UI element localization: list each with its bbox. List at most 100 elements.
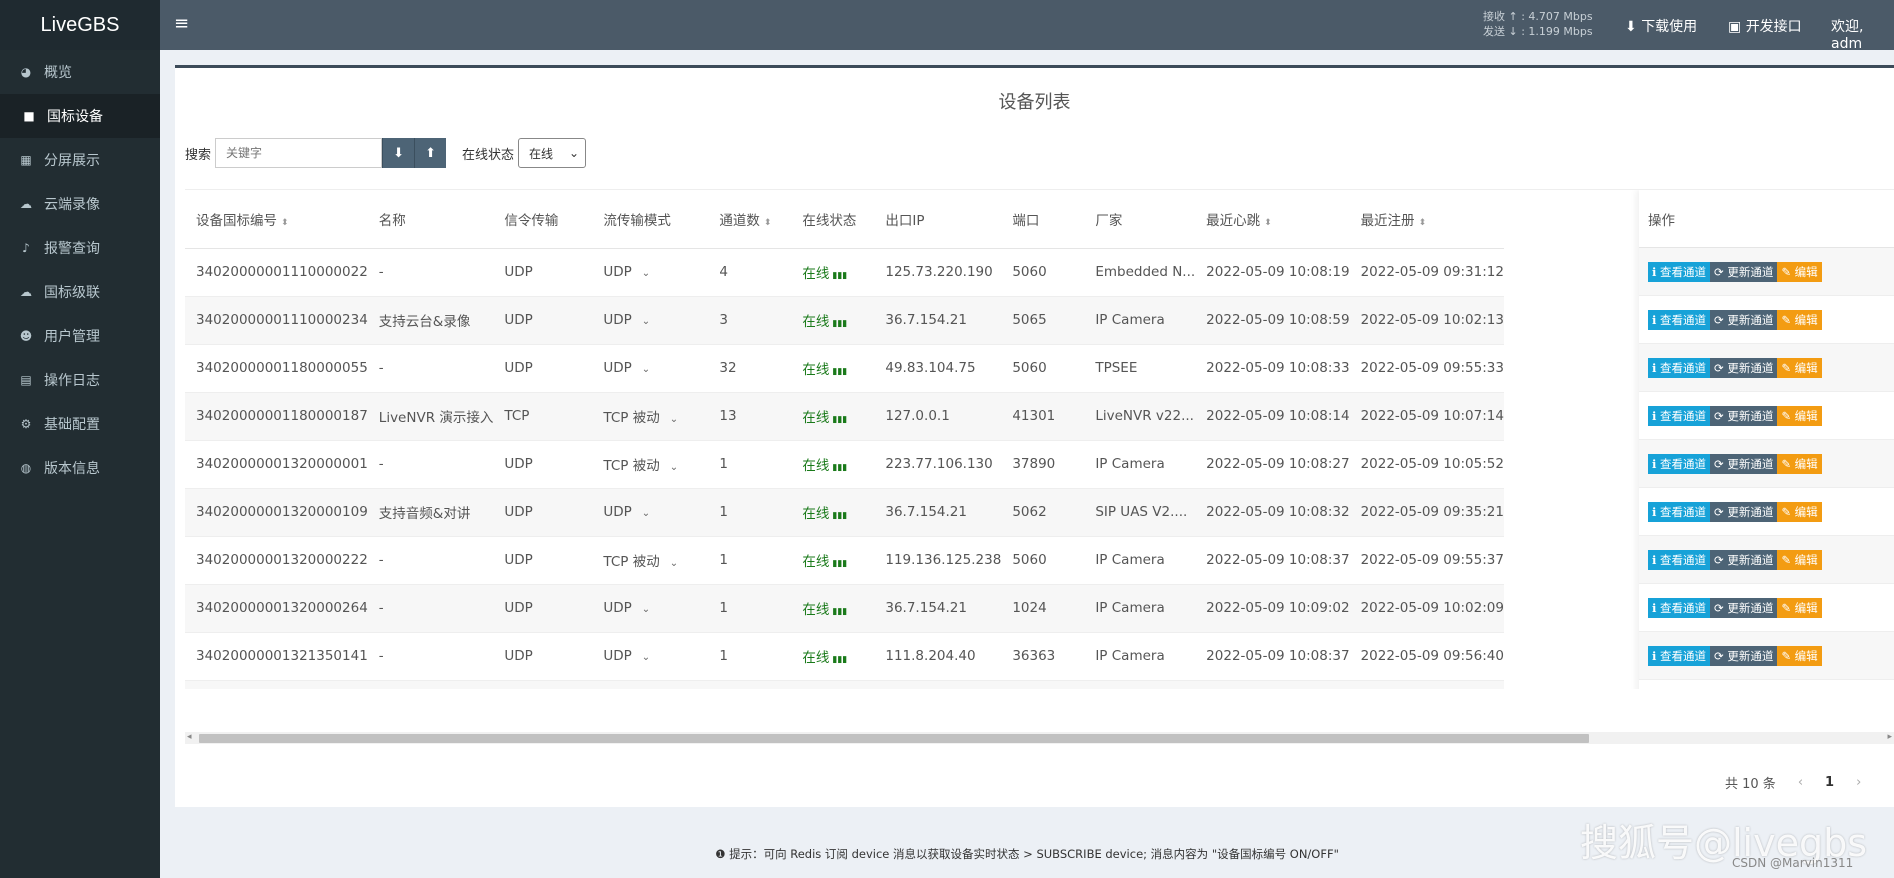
edit-button[interactable]: ✎ 编辑: [1777, 597, 1822, 618]
scroll-thumb[interactable]: [199, 734, 1589, 743]
bar-chart-icon[interactable]: ▮▮▮: [832, 463, 847, 473]
sidebar-item-5[interactable]: ☁ 国标级联: [0, 270, 160, 314]
update-channels-button[interactable]: ⟳ 更新通道: [1710, 645, 1778, 666]
bar-chart-icon[interactable]: ▮▮▮: [832, 319, 847, 329]
prev-page-button[interactable]: ‹: [1798, 775, 1803, 790]
update-channels-button[interactable]: ⟳ 更新通道: [1710, 453, 1778, 474]
cell-value: 223.77.106.130: [885, 456, 993, 472]
bar-chart-icon[interactable]: ▮▮▮: [832, 271, 847, 281]
status-filter-select[interactable]: 在线 ⌄: [518, 138, 587, 168]
bar-chart-icon[interactable]: ▮▮▮: [832, 511, 847, 521]
scroll-right-icon[interactable]: ▸: [1887, 732, 1892, 742]
edit-button[interactable]: ✎ 编辑: [1777, 357, 1822, 378]
scroll-left-icon[interactable]: ◂: [187, 732, 192, 742]
edit-button[interactable]: ✎ 编辑: [1777, 309, 1822, 330]
view-channels-button[interactable]: ℹ 查看通道: [1648, 357, 1711, 378]
table-cell[interactable]: TCP 被动⌄: [592, 440, 709, 489]
view-channels-button[interactable]: ℹ 查看通道: [1648, 309, 1711, 330]
view-channels-button[interactable]: ℹ 查看通道: [1648, 597, 1711, 618]
view-channels-button[interactable]: ℹ 查看通道: [1648, 645, 1711, 666]
cell-value: 2022-05-09 09:35:21: [1360, 504, 1504, 520]
bar-chart-icon[interactable]: ▮▮▮: [832, 607, 847, 617]
table-cell: 1024: [1001, 584, 1085, 633]
table-row[interactable]: 34020000001321350141- UDP UDP ⌄ 1 在线 ▮▮▮ 111.8.…: [185, 632, 1504, 681]
sidebar-item-3[interactable]: ☁ 云端录像: [0, 182, 160, 226]
edit-button[interactable]: ✎ 编辑: [1777, 453, 1822, 474]
table-row[interactable]: 34020000002000000099支持主子码流UDPTCP 被动⌄1在线▮…: [185, 680, 1504, 689]
page-number[interactable]: 1: [1825, 775, 1834, 790]
update-channels-button[interactable]: ⟳ 更新通道: [1710, 309, 1778, 330]
edit-button[interactable]: ✎ 编辑: [1777, 261, 1822, 282]
column-header[interactable]: 设备国标编号 ⬍: [185, 190, 368, 249]
cell-value: 在线: [802, 314, 830, 330]
search-input[interactable]: [215, 138, 383, 168]
view-channels-button[interactable]: ℹ 查看通道: [1648, 549, 1711, 570]
import-button[interactable]: ⬆: [414, 138, 447, 168]
cell-value: SIP UAS V2....: [1095, 504, 1188, 520]
table-row[interactable]: 34020000001320000222- UDP TCP 被动 ⌄ 1 在线 ▮▮▮ 119…: [185, 536, 1504, 585]
download-link[interactable]: ⬇ 下载使用: [1625, 16, 1697, 36]
table-cell: TP-Link IP-C...: [1084, 680, 1196, 689]
column-header[interactable]: 通道数 ⬍: [708, 190, 792, 249]
table-row[interactable]: 34020000001110000234 支持云台&录像 UDP UDP ⌄ 3 在线 ▮▮▮…: [185, 296, 1504, 345]
sidebar-item-6[interactable]: ☻ 用户管理: [0, 314, 160, 358]
edit-button[interactable]: ✎ 编辑: [1777, 405, 1822, 426]
horizontal-scrollbar[interactable]: ◂ ▸: [185, 732, 1894, 744]
table-cell[interactable]: UDP ⌄: [592, 488, 709, 537]
update-channels-button[interactable]: ⟳ 更新通道: [1710, 501, 1778, 522]
sidebar-item-1[interactable]: ■ 国标设备: [0, 94, 160, 138]
update-channels-button[interactable]: ⟳ 更新通道: [1710, 549, 1778, 570]
sidebar-item-2[interactable]: ▦ 分屏展示: [0, 138, 160, 182]
sort-icon[interactable]: ⬍: [281, 218, 289, 228]
table-cell: 4: [708, 248, 792, 297]
table-row[interactable]: 34020000001110000022- UDP UDP ⌄ 4 在线 ▮▮▮ 125.73…: [185, 248, 1504, 297]
user-menu[interactable]: 欢迎, adm: [1831, 16, 1894, 52]
update-channels-button[interactable]: ⟳ 更新通道: [1710, 357, 1778, 378]
table-row[interactable]: 34020000001180000187 LiveNVR 演示接入 TCP TCP 被…: [185, 392, 1504, 441]
view-channels-button[interactable]: ℹ 查看通道: [1648, 261, 1711, 282]
sort-icon[interactable]: ⬍: [764, 218, 772, 228]
update-channels-button[interactable]: ⟳ 更新通道: [1710, 261, 1778, 282]
edit-button[interactable]: ✎ 编辑: [1777, 549, 1822, 570]
column-header-label: 厂家: [1095, 212, 1123, 229]
cell-value: 2022-05-09 10:08:59: [1206, 312, 1350, 328]
view-channels-button[interactable]: ℹ 查看通道: [1648, 405, 1711, 426]
edit-button[interactable]: ✎ 编辑: [1777, 501, 1822, 522]
table-cell[interactable]: UDP ⌄: [592, 344, 709, 393]
table-row[interactable]: 34020000001180000055- UDP UDP ⌄ 32 在线 ▮▮▮ 49.83…: [185, 344, 1504, 393]
next-page-button[interactable]: ›: [1856, 775, 1861, 790]
api-link[interactable]: ▣ 开发接口: [1728, 16, 1802, 36]
table-cell[interactable]: TCP 被动⌄: [592, 536, 709, 585]
sidebar-item-7[interactable]: ▤ 操作日志: [0, 358, 160, 402]
table-cell: 5060: [1001, 680, 1085, 689]
sort-icon[interactable]: ⬍: [1264, 218, 1272, 228]
table-cell[interactable]: UDP ⌄: [592, 248, 709, 297]
sidebar-item-8[interactable]: ⚙ 基础配置: [0, 402, 160, 446]
sidebar-item-9[interactable]: ◍ 版本信息: [0, 446, 160, 490]
update-channels-button[interactable]: ⟳ 更新通道: [1710, 597, 1778, 618]
bar-chart-icon[interactable]: ▮▮▮: [832, 367, 847, 377]
sidebar-item-4[interactable]: ♪ 报警查询: [0, 226, 160, 270]
view-channels-button[interactable]: ℹ 查看通道: [1648, 453, 1711, 474]
export-button[interactable]: ⬇: [382, 138, 415, 168]
table-row[interactable]: 34020000001320000001- UDP TCP 被动 ⌄ 1 在线 ▮▮▮ 223…: [185, 440, 1504, 489]
sort-icon[interactable]: ⬍: [1419, 218, 1427, 228]
sidebar-item-0[interactable]: ◕ 概览: [0, 50, 160, 94]
bar-chart-icon[interactable]: ▮▮▮: [832, 655, 847, 665]
table-row[interactable]: 34020000001320000264- UDP UDP ⌄ 1 在线 ▮▮▮ 36.7.1…: [185, 584, 1504, 633]
table-cell[interactable]: TCP 被动⌄: [592, 392, 709, 441]
view-channels-button[interactable]: ℹ 查看通道: [1648, 501, 1711, 522]
column-header[interactable]: 最近心跳 ⬍: [1195, 190, 1350, 249]
app-logo[interactable]: LiveGBS: [0, 0, 160, 50]
update-channels-button[interactable]: ⟳ 更新通道: [1710, 405, 1778, 426]
column-header[interactable]: 最近注册 ⬍: [1349, 190, 1504, 249]
sidebar-toggle-icon[interactable]: ≡: [174, 13, 189, 34]
bar-chart-icon[interactable]: ▮▮▮: [832, 559, 847, 569]
table-cell[interactable]: UDP ⌄: [592, 632, 709, 681]
table-row[interactable]: 34020000001320000109 支持音频&对讲 UDP UDP ⌄ 1 在线 ▮▮▮…: [185, 488, 1504, 537]
table-cell[interactable]: UDP ⌄: [592, 296, 709, 345]
edit-button[interactable]: ✎ 编辑: [1777, 645, 1822, 666]
table-cell[interactable]: TCP 被动⌄: [592, 680, 709, 689]
bar-chart-icon[interactable]: ▮▮▮: [832, 415, 847, 425]
table-cell[interactable]: UDP ⌄: [592, 584, 709, 633]
